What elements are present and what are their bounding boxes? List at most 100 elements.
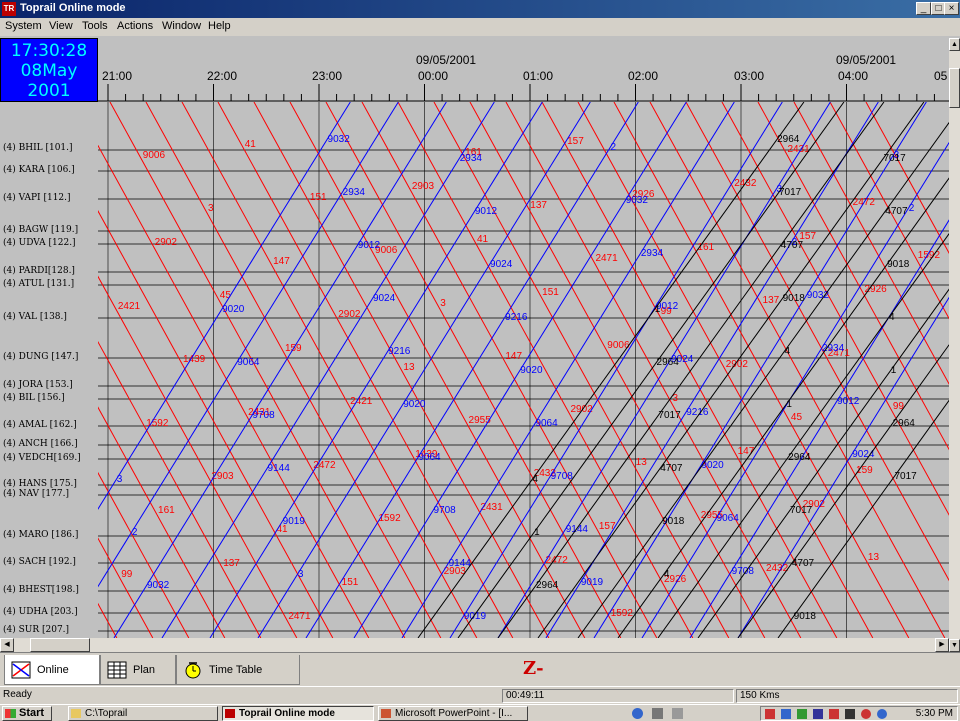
train-number-label[interactable]: 4707 xyxy=(660,463,683,474)
train-path[interactable] xyxy=(109,102,406,638)
station-label[interactable]: (4) BHIL [101.] xyxy=(3,143,73,153)
train-number-label[interactable]: 147 xyxy=(505,351,522,362)
train-number-label[interactable]: 1 xyxy=(891,365,897,376)
station-label[interactable]: (4) AMAL [162.] xyxy=(3,420,77,430)
train-number-label[interactable]: 1 xyxy=(534,527,540,538)
train-number-label[interactable]: 45 xyxy=(791,412,803,423)
scroll-right-button[interactable]: ▶ xyxy=(935,638,949,652)
menu-view[interactable]: View xyxy=(49,20,73,32)
train-path[interactable] xyxy=(737,102,949,638)
train-number-label[interactable]: 2903 xyxy=(211,471,234,482)
train-number-label[interactable]: 3 xyxy=(117,474,123,485)
train-number-label[interactable]: 1592 xyxy=(611,608,634,619)
train-number-label[interactable]: 9064 xyxy=(717,513,740,524)
train-number-label[interactable]: 9020 xyxy=(403,399,426,410)
train-path[interactable] xyxy=(417,102,805,638)
train-path[interactable] xyxy=(305,102,639,638)
train-number-label[interactable]: 41 xyxy=(477,234,489,245)
train-number-label[interactable]: 1592 xyxy=(146,418,169,429)
train-number-label[interactable]: 137 xyxy=(763,295,780,306)
train-number-label[interactable]: 2421 xyxy=(118,301,141,312)
station-label[interactable]: (4) KARA [106.] xyxy=(3,165,75,175)
train-number-label[interactable]: 2471 xyxy=(595,253,618,264)
train-number-label[interactable]: 4707 xyxy=(792,558,815,569)
menu-actions[interactable]: Actions xyxy=(117,20,153,32)
station-label[interactable]: (4) HANS [175.] xyxy=(3,479,77,489)
scroll-down-button[interactable]: ▼ xyxy=(949,639,960,652)
train-number-label[interactable]: 9024 xyxy=(373,293,396,304)
tray-icon[interactable] xyxy=(861,709,871,719)
train-number-label[interactable]: 99 xyxy=(121,569,133,580)
vertical-scrollbar[interactable]: ▲ ▼ xyxy=(949,38,960,652)
quicklaunch-icon[interactable] xyxy=(672,708,683,719)
train-number-label[interactable]: 2934 xyxy=(641,248,664,259)
train-number-label[interactable]: 9032 xyxy=(328,134,351,145)
menu-tools[interactable]: Tools xyxy=(82,20,108,32)
train-number-label[interactable]: 2934 xyxy=(343,187,366,198)
train-path[interactable] xyxy=(613,102,910,638)
train-number-label[interactable]: 9708 xyxy=(551,471,574,482)
train-graph[interactable]: 99 161 137 1592 2471 2421 2903 1439 41 2902 2431 15… xyxy=(98,102,949,638)
train-number-label[interactable]: 41 xyxy=(245,139,257,150)
train-number-label[interactable]: 7017 xyxy=(658,410,681,421)
station-label[interactable]: (4) VAL [138.] xyxy=(3,312,67,322)
train-path[interactable] xyxy=(98,102,190,638)
train-number-label[interactable]: 9018 xyxy=(783,293,806,304)
train-number-label[interactable]: 7017 xyxy=(894,471,917,482)
train-path[interactable] xyxy=(497,102,885,638)
train-number-label[interactable]: 9216 xyxy=(388,346,411,357)
train-path[interactable] xyxy=(737,102,949,638)
train-number-label[interactable]: 151 xyxy=(342,577,359,588)
scroll-thumb[interactable] xyxy=(949,68,960,108)
train-path[interactable] xyxy=(98,102,399,638)
train-number-label[interactable]: 1592 xyxy=(378,513,401,524)
tab-timetable[interactable]: Time Table xyxy=(176,655,300,685)
station-label[interactable]: (4) BAGW [119.] xyxy=(3,225,78,235)
station-label[interactable]: (4) VEDCH[169.] xyxy=(3,453,81,463)
train-number-label[interactable]: 7017 xyxy=(883,153,906,164)
train-number-label[interactable]: 9032 xyxy=(807,290,830,301)
train-number-label[interactable]: 9708 xyxy=(434,505,457,516)
train-number-label[interactable]: 2964 xyxy=(536,580,559,591)
train-number-label[interactable]: 157 xyxy=(599,521,616,532)
station-label[interactable]: (4) UDHA [203.] xyxy=(3,607,78,617)
train-number-label[interactable]: 2964 xyxy=(893,418,916,429)
train-number-label[interactable]: 9064 xyxy=(535,418,558,429)
train-path[interactable] xyxy=(161,102,495,638)
train-number-label[interactable]: 2 xyxy=(132,527,138,538)
station-label[interactable]: (4) SACH [192.] xyxy=(3,557,76,567)
station-label[interactable]: (4) DUNG [147.] xyxy=(3,352,78,362)
train-number-label[interactable]: 1 xyxy=(655,304,661,315)
train-number-label[interactable]: 2934 xyxy=(822,343,845,354)
train-number-label[interactable]: 99 xyxy=(893,401,905,412)
train-number-label[interactable]: 2471 xyxy=(288,611,311,622)
train-number-label[interactable]: 9018 xyxy=(662,516,685,527)
train-number-label[interactable]: 9032 xyxy=(147,580,170,591)
tray-icon[interactable] xyxy=(765,709,775,719)
train-path[interactable] xyxy=(325,102,622,638)
ie-icon[interactable] xyxy=(632,708,643,719)
train-number-label[interactable]: 9020 xyxy=(222,304,245,315)
train-number-label[interactable]: 7017 xyxy=(779,187,802,198)
scroll-up-button[interactable]: ▲ xyxy=(949,38,960,51)
train-number-label[interactable]: 9012 xyxy=(475,206,498,217)
train-number-label[interactable]: 9032 xyxy=(626,195,649,206)
menu-system[interactable]: System xyxy=(5,20,42,32)
close-button[interactable]: × xyxy=(944,2,959,15)
train-number-label[interactable]: 3 xyxy=(298,569,304,580)
train-number-label[interactable]: 9006 xyxy=(143,150,166,161)
train-path[interactable] xyxy=(497,102,831,638)
minimize-button[interactable]: _ xyxy=(916,2,931,15)
train-path[interactable] xyxy=(253,102,550,638)
train-number-label[interactable]: 13 xyxy=(636,457,648,468)
train-path[interactable] xyxy=(757,102,949,638)
train-number-label[interactable]: 13 xyxy=(403,362,415,373)
tray-icon[interactable] xyxy=(877,709,887,719)
desktop-icon[interactable] xyxy=(652,708,663,719)
train-number-label[interactable]: 7017 xyxy=(790,505,813,516)
train-number-label[interactable]: 2964 xyxy=(657,357,680,368)
station-label[interactable]: (4) PARDI[128.] xyxy=(3,266,75,276)
train-number-label[interactable]: 45 xyxy=(220,290,232,301)
train-number-label[interactable]: 2926 xyxy=(865,284,888,295)
station-label[interactable]: (4) SUR [207.] xyxy=(3,625,69,635)
